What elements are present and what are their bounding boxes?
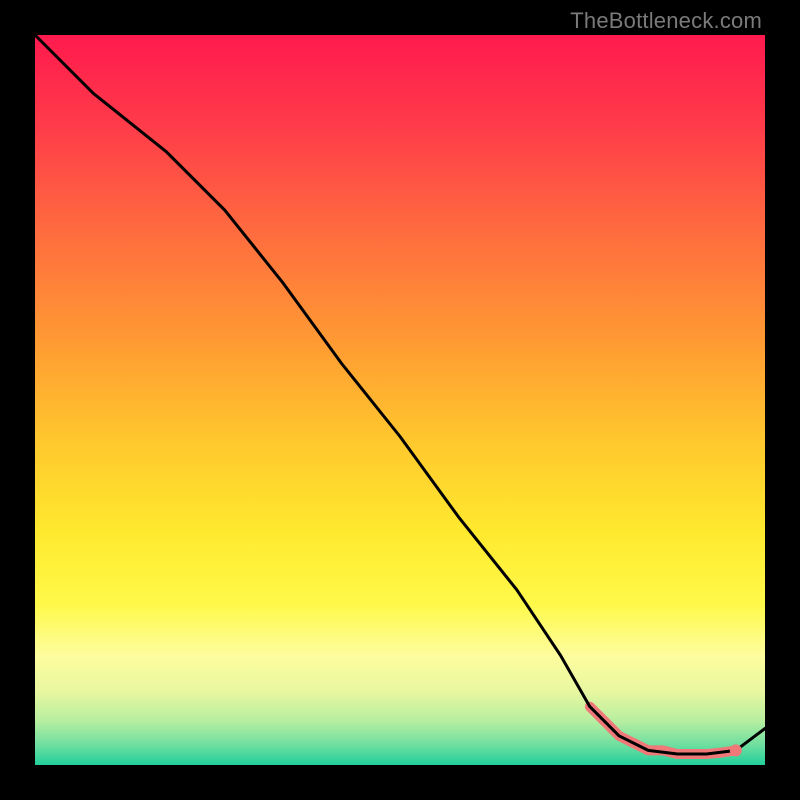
watermark-text: TheBottleneck.com (570, 8, 762, 34)
end-point-icon (730, 744, 742, 756)
chart-overlay (35, 35, 765, 765)
curve-line (35, 35, 765, 754)
chart-frame: TheBottleneck.com (0, 0, 800, 800)
